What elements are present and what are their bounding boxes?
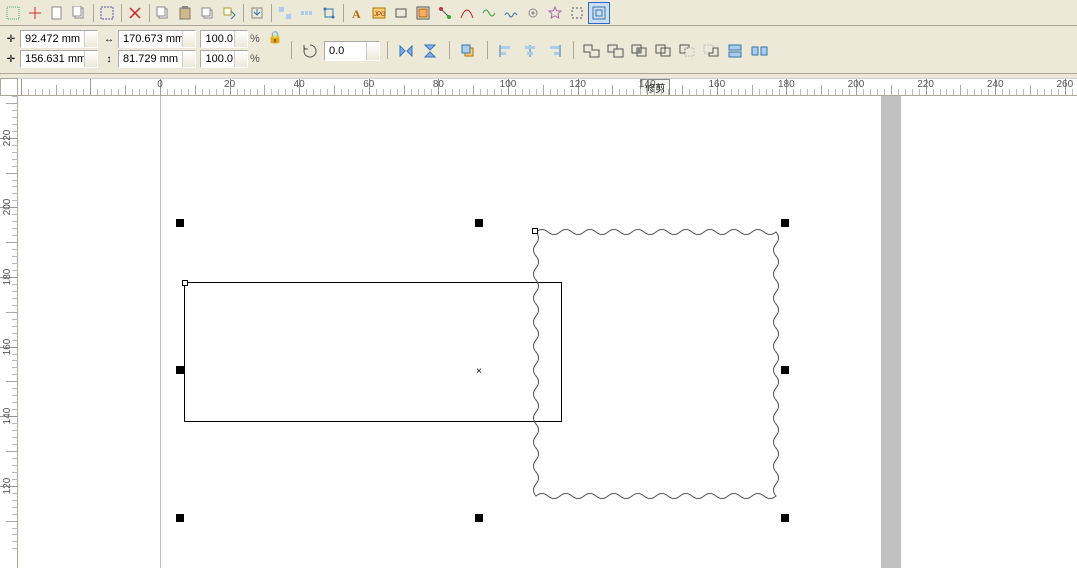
lock-ratio-icon[interactable]: 🔒 [266, 30, 284, 44]
crop-toggle-icon[interactable] [588, 2, 610, 24]
width-input[interactable] [118, 30, 196, 48]
delete-node-icon[interactable] [124, 2, 146, 24]
snap-grid-icon[interactable] [2, 2, 24, 24]
svg-text:JPG: JPG [374, 12, 386, 18]
svg-text:A: A [352, 7, 361, 20]
star-icon[interactable] [544, 2, 566, 24]
height-input[interactable] [118, 50, 196, 68]
percent-label: % [250, 33, 262, 45]
clone-icon[interactable] [218, 2, 240, 24]
frame-icon[interactable] [412, 2, 434, 24]
lock-ratio-group: 🔒 [266, 30, 284, 44]
align-center-h-icon[interactable] [518, 40, 542, 62]
separator [384, 30, 390, 70]
paste-icon[interactable] [174, 2, 196, 24]
selection-handle-s[interactable] [475, 514, 483, 522]
scale-x-input[interactable] [200, 30, 248, 48]
trim-icon[interactable] [604, 40, 628, 62]
separator [446, 30, 452, 70]
bitmap-icon[interactable]: JPG [368, 2, 390, 24]
align-tool-icon[interactable] [274, 2, 296, 24]
weld-icon[interactable] [580, 40, 604, 62]
wavy-rectangle-object[interactable] [530, 226, 786, 512]
back-minus-front-icon[interactable] [700, 40, 724, 62]
y-position-input[interactable] [20, 50, 98, 68]
align-right-icon[interactable] [542, 40, 566, 62]
duplicate-icon[interactable] [196, 2, 218, 24]
rotation-group [298, 40, 380, 62]
separator [570, 30, 576, 70]
percent-label: % [250, 53, 262, 65]
simplify-icon[interactable] [652, 40, 676, 62]
selection-handle-ne[interactable] [781, 219, 789, 227]
property-bar: ✛ ✛ ↔ ↕ % % 🔒 [0, 26, 1077, 74]
bounding-box-icon[interactable] [566, 2, 588, 24]
mirror-vertical-icon[interactable] [418, 40, 442, 62]
intersect-icon[interactable] [628, 40, 652, 62]
rotate-icon[interactable] [298, 40, 322, 62]
curve-green-icon[interactable] [478, 2, 500, 24]
doc-page-icon[interactable] [46, 2, 68, 24]
transform-tool-icon[interactable] [318, 2, 340, 24]
break-apart-icon[interactable] [748, 40, 772, 62]
rotation-input[interactable] [324, 41, 380, 61]
selection-center-icon[interactable]: × [475, 367, 483, 375]
rectangle-object[interactable] [184, 282, 562, 422]
height-icon: ↕ [102, 52, 116, 66]
x-position-input[interactable] [20, 30, 98, 48]
distribute-tool-icon[interactable] [296, 2, 318, 24]
main-toolbar: A JPG [0, 0, 1077, 26]
page-right-shadow [881, 96, 901, 568]
scale-y-input[interactable] [200, 50, 248, 68]
separator [288, 30, 294, 70]
align-left-icon[interactable] [494, 40, 518, 62]
connector-icon[interactable] [434, 2, 456, 24]
ruler-origin[interactable] [0, 78, 18, 96]
width-icon: ↔ [102, 32, 116, 46]
selection-handle-nw[interactable] [176, 219, 184, 227]
gear-icon[interactable] [522, 2, 544, 24]
snap-guides-icon[interactable] [24, 2, 46, 24]
page-left-edge [160, 96, 161, 568]
x-coord-icon: ✛ [4, 32, 18, 46]
horizontal-ruler[interactable]: 修剪 020406080100120140160180200220240260 [18, 78, 1077, 96]
rectangle-node[interactable] [182, 280, 188, 286]
combine-icon[interactable] [724, 40, 748, 62]
doc-pages-icon[interactable] [68, 2, 90, 24]
scale-group: % % [200, 30, 262, 68]
size-group: ↔ ↕ [102, 30, 196, 68]
to-front-icon[interactable] [456, 40, 480, 62]
position-group: ✛ ✛ [4, 30, 98, 68]
separator [484, 30, 490, 70]
selection-handle-w[interactable] [176, 366, 184, 374]
rect-shape-icon[interactable] [390, 2, 412, 24]
wavy-node[interactable] [532, 228, 538, 234]
mirror-horizontal-icon[interactable] [394, 40, 418, 62]
front-minus-back-icon[interactable] [676, 40, 700, 62]
selection-handle-sw[interactable] [176, 514, 184, 522]
y-coord-icon: ✛ [4, 52, 18, 66]
import-icon[interactable] [246, 2, 268, 24]
vertical-ruler[interactable]: 220200180160140120 [0, 96, 18, 568]
curve-red-icon[interactable] [456, 2, 478, 24]
copy-icon[interactable] [152, 2, 174, 24]
select-region-icon[interactable] [96, 2, 118, 24]
text-tool-icon[interactable]: A [346, 2, 368, 24]
spiral-waves-icon[interactable] [500, 2, 522, 24]
selection-handle-se[interactable] [781, 514, 789, 522]
drawing-workspace[interactable]: × [18, 96, 1077, 568]
selection-handle-n[interactable] [475, 219, 483, 227]
selection-handle-e[interactable] [781, 366, 789, 374]
